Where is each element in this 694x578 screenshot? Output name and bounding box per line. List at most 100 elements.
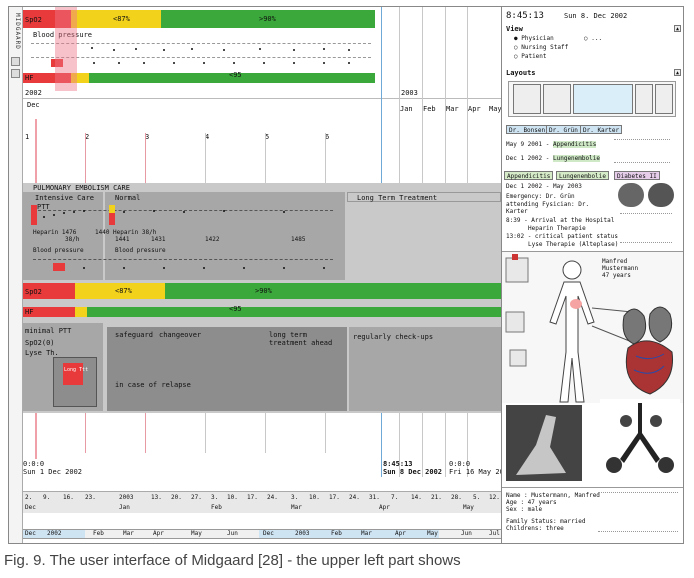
month-feb: Feb xyxy=(423,105,436,113)
hf-value-label: <95 xyxy=(229,71,242,79)
current-case: Dec 1 2002 - May 2003 xyxy=(506,183,582,190)
tick-20: 28. xyxy=(451,494,462,501)
tab-dr-karter[interactable]: Dr. Karter xyxy=(580,125,623,134)
view-option-patient[interactable]: ○ Patient xyxy=(514,53,547,60)
tick-13: 10. xyxy=(309,494,320,501)
lyse-label: Lyse Th. xyxy=(25,349,59,357)
view-option-nursing[interactable]: ○ Nursing Staff xyxy=(514,44,568,51)
hf-label: HF xyxy=(25,74,34,82)
navigator-window-right[interactable] xyxy=(259,530,439,538)
heparin-1441: 1441 xyxy=(115,236,130,243)
view-option-physician[interactable]: ● Physician xyxy=(514,35,554,42)
nav-cell-8: 2003 xyxy=(295,530,310,537)
plan-header: PULMONARY EMBOLISM CARE xyxy=(33,184,130,192)
tick-12: 3. xyxy=(291,494,299,501)
axis-month-mar: Mar xyxy=(291,504,302,511)
layouts-gallery[interactable] xyxy=(508,81,676,117)
axis-month-feb: Feb xyxy=(211,504,222,511)
tab-dr-bonsen[interactable]: Dr. Bonsen xyxy=(506,125,549,134)
plan-spo2-green xyxy=(165,283,501,299)
info-name: Name : Mustermann, Manfred xyxy=(506,492,600,499)
view-collapse-button[interactable]: ▲ xyxy=(674,25,681,32)
tick-8: 3. xyxy=(211,494,219,501)
nav-cell-10: Mar xyxy=(361,530,372,537)
lyse-small-label: Long Ttt xyxy=(64,367,89,373)
layout-selected[interactable] xyxy=(573,84,633,114)
normal-label: Normal xyxy=(115,194,141,202)
tab-diabetes[interactable]: Diabetes II xyxy=(614,171,660,180)
history-notes xyxy=(614,139,670,163)
bp-left-label: Blood pressure xyxy=(33,247,84,254)
treatment-plan-panel: PULMONARY EMBOLISM CARE Intensive Care N… xyxy=(23,183,501,413)
heparin-1431: 1431 xyxy=(151,236,166,243)
plan-hf-value: <95 xyxy=(229,305,242,313)
right-time-readout: 0:0:0 xyxy=(449,460,471,468)
spo2-label: SpO2 xyxy=(25,16,42,24)
tab-appendicitis[interactable]: Appendicitis xyxy=(504,171,554,180)
xray-knee-image[interactable] xyxy=(506,405,582,481)
info-sex: Sex : male xyxy=(506,506,543,513)
bp-lower-line xyxy=(31,57,371,58)
year-2002-label: 2002 xyxy=(25,89,42,97)
plan-spo2-label: SpO2 xyxy=(25,288,42,296)
heparin-1440: 1440 xyxy=(95,229,110,236)
cursor-date-readout: Sun 8 Dec 2002 xyxy=(383,468,443,476)
left-date-readout: Sun 1 Dec 2002 xyxy=(23,468,83,476)
spo2-low-label: <87% xyxy=(113,15,130,23)
history-1[interactable]: May 9 2001 - Appendicitis xyxy=(506,141,597,148)
month-jan: Jan xyxy=(400,105,413,113)
month-apr: Apr xyxy=(468,105,481,113)
tick-19: 21. xyxy=(431,494,442,501)
tab-dr-grun[interactable]: Dr. Grün xyxy=(546,125,581,134)
ptt-yellow-cap xyxy=(109,205,115,213)
tick-2: 16. xyxy=(63,494,74,501)
tab-lungenembolie[interactable]: Lungenembolie xyxy=(556,171,609,180)
expand-button[interactable] xyxy=(11,69,20,78)
lung-thumbnail-1[interactable] xyxy=(618,183,644,207)
dec-start-label: Dec xyxy=(27,101,40,109)
nav-cell-14: Jul xyxy=(489,530,500,537)
tick-14: 17. xyxy=(329,494,340,501)
bottom-time-axis[interactable]: 2. 9. 16. 23. 2003 13. 20. 27. 3. 10. 17… xyxy=(23,491,501,513)
bronchi-image[interactable] xyxy=(600,399,680,481)
tick-7: 27. xyxy=(191,494,202,501)
lung-thumbnail-2[interactable] xyxy=(648,183,674,207)
nav-cell-0: Dec xyxy=(25,530,36,537)
tick-9: 10. xyxy=(227,494,238,501)
selected-range-highlight[interactable] xyxy=(55,7,77,91)
tick-3: 23. xyxy=(85,494,96,501)
left-toolbar: MIDGAARD xyxy=(9,7,23,543)
view-option-more[interactable]: ○ ... xyxy=(584,35,602,42)
regularly-label: regularly check-ups xyxy=(353,333,434,341)
relapse-label: in case of relapse xyxy=(115,381,191,389)
history-2[interactable]: Dec 1 2002 - Lungenembolie xyxy=(506,155,600,162)
collapse-button[interactable] xyxy=(11,57,20,66)
info-family: Family Status: married xyxy=(506,518,586,525)
zoom-timeline-area[interactable]: Dec Jan Feb Mar Apr May 1 2 3 4 5 6 xyxy=(23,99,502,187)
tick-22: 12. xyxy=(489,494,500,501)
tick-1: 9. xyxy=(43,494,51,501)
nav-cell-3: Mar xyxy=(123,530,134,537)
tick-17: 7. xyxy=(391,494,399,501)
normal-block[interactable] xyxy=(105,192,345,280)
nav-cell-12: May xyxy=(427,530,438,537)
info-children: Childrens: three xyxy=(506,525,564,532)
patient-name: Manfred xyxy=(602,258,628,265)
tick-11: 24. xyxy=(267,494,278,501)
patient-age: 47 years xyxy=(602,272,631,279)
ptt-critical-bar xyxy=(31,205,37,225)
emergency-info: Emergency: Dr. Grün xyxy=(506,193,575,200)
plan-spo2-high: >90% xyxy=(255,287,272,295)
year-2003-label: 2003 xyxy=(401,89,418,97)
nav-cell-9: Feb xyxy=(331,530,342,537)
tick-21: 5. xyxy=(473,494,481,501)
overview-year-bar: 2002 2003 xyxy=(23,87,501,99)
bp-right-label: Blood pressure xyxy=(115,247,166,254)
tick-4: 2003 xyxy=(119,494,134,501)
navigator-strip[interactable]: Dec 2002 Feb Mar Apr May Jun Dec 2003 Fe… xyxy=(23,529,501,539)
spo2-condition-label: SpO2(0) xyxy=(25,339,55,347)
anatomy-view[interactable]: Manfred Mustermann 47 years xyxy=(502,251,683,403)
axis-month-jan: Jan xyxy=(119,504,130,511)
layouts-collapse-button[interactable]: ▲ xyxy=(674,69,681,76)
cursor-time-readout: 8:45:13 xyxy=(383,460,413,468)
